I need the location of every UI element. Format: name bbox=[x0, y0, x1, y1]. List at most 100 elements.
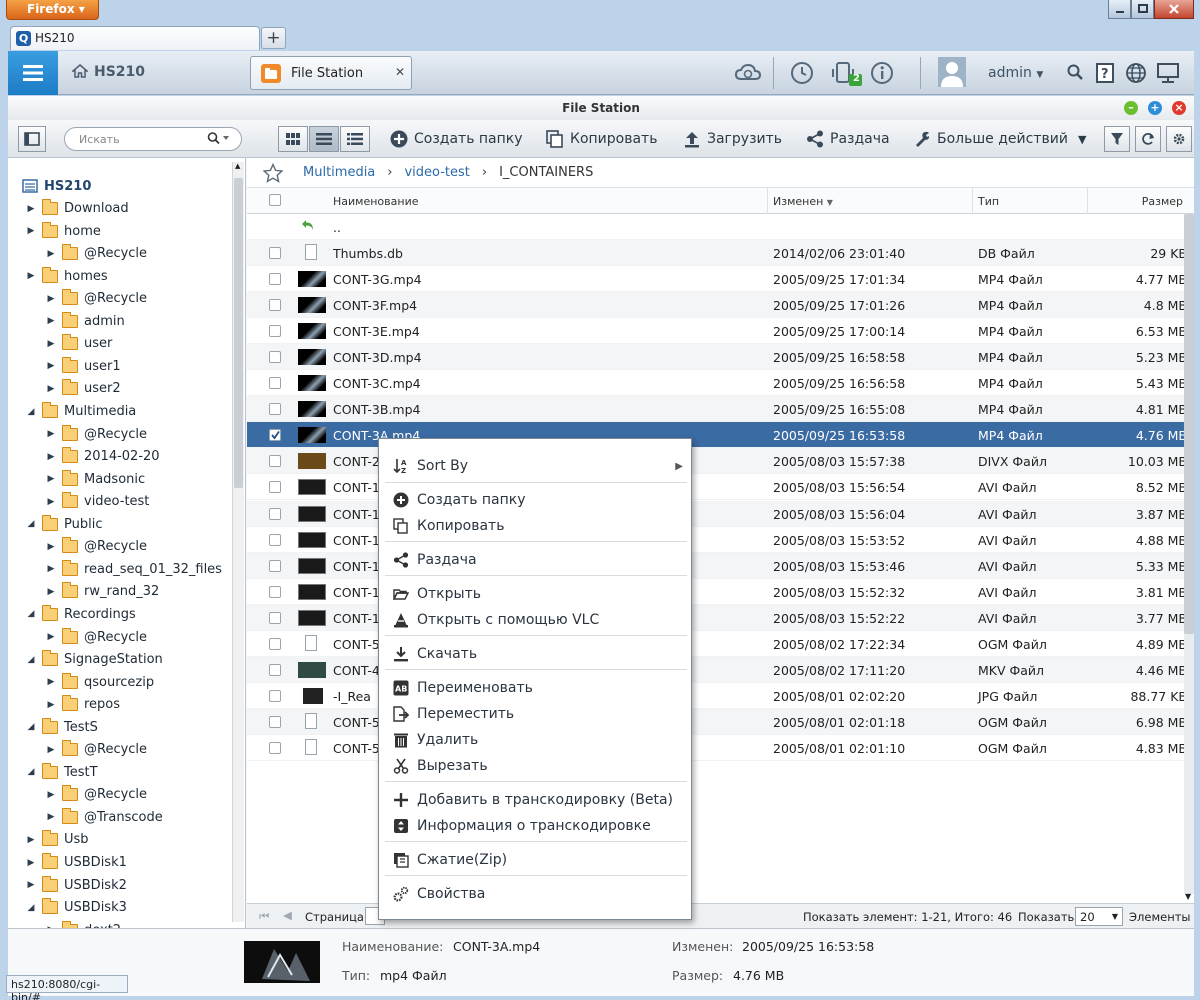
filter-button[interactable] bbox=[1104, 126, 1130, 152]
scroll-down-icon[interactable]: ▼ bbox=[1185, 892, 1191, 901]
expanded-arrow-icon[interactable]: ◢ bbox=[26, 903, 36, 913]
breadcrumb-item[interactable]: video-test bbox=[404, 165, 469, 180]
collapsed-arrow-icon[interactable]: ▶ bbox=[46, 429, 56, 439]
menu-item[interactable]: AB Переименовать bbox=[379, 677, 691, 699]
tree-item[interactable]: ◢ USBDisk3 bbox=[26, 898, 127, 918]
collapsed-arrow-icon[interactable]: ▶ bbox=[46, 361, 56, 371]
column-type[interactable]: Тип bbox=[972, 188, 999, 214]
prev-page-icon[interactable]: ◀ bbox=[283, 908, 292, 922]
menu-item[interactable]: Сжатие(Zip) bbox=[379, 849, 691, 871]
tree-item[interactable]: ▶ @Recycle bbox=[46, 627, 147, 647]
tree-item[interactable]: ◢ TestS bbox=[26, 717, 98, 737]
close-window-button[interactable] bbox=[1154, 0, 1194, 19]
tree-item[interactable]: ▶ @Recycle bbox=[46, 289, 147, 309]
row-checkbox[interactable] bbox=[269, 611, 281, 624]
tree-item[interactable]: ▶ @Recycle bbox=[46, 785, 147, 805]
row-checkbox[interactable] bbox=[269, 273, 281, 286]
row-checkbox[interactable] bbox=[269, 533, 281, 546]
create-folder-button[interactable]: Создать папку bbox=[390, 126, 523, 152]
first-page-icon[interactable]: ⏮ bbox=[259, 909, 269, 924]
row-checkbox[interactable] bbox=[269, 637, 281, 650]
collapsed-arrow-icon[interactable]: ▶ bbox=[46, 790, 56, 800]
maximize-window-icon[interactable]: + bbox=[1148, 101, 1162, 115]
tree-item[interactable]: ◢ Public bbox=[26, 514, 102, 534]
tree-item[interactable]: ▶ Usb bbox=[26, 830, 89, 850]
collapsed-arrow-icon[interactable]: ▶ bbox=[46, 700, 56, 710]
breadcrumb-item[interactable]: Multimedia bbox=[303, 165, 375, 180]
collapsed-arrow-icon[interactable]: ▶ bbox=[46, 294, 56, 304]
tree-item[interactable]: ▶ repos bbox=[46, 695, 120, 715]
row-checkbox[interactable] bbox=[269, 429, 281, 442]
menu-item[interactable]: Свойства bbox=[379, 883, 691, 905]
select-all-checkbox[interactable] bbox=[269, 194, 281, 206]
collapsed-arrow-icon[interactable]: ▶ bbox=[26, 271, 36, 281]
file-station-app-tab[interactable]: File Station ✕ bbox=[250, 56, 412, 90]
home-link[interactable]: HS210 bbox=[72, 64, 145, 80]
tree-item[interactable]: ▶ user2 bbox=[46, 379, 121, 399]
row-checkbox[interactable] bbox=[269, 403, 281, 416]
maximize-button[interactable] bbox=[1131, 0, 1155, 19]
browser-tab[interactable]: Q HS210 bbox=[10, 26, 260, 50]
close-window-icon[interactable]: × bbox=[1172, 101, 1186, 115]
background-tasks-icon[interactable] bbox=[790, 61, 814, 85]
tree-item[interactable]: ▶ admin bbox=[46, 311, 125, 331]
more-actions-button[interactable]: Больше действий ▼ bbox=[913, 126, 1086, 152]
thumbnail-view-button[interactable] bbox=[278, 126, 308, 152]
row-checkbox[interactable] bbox=[269, 507, 281, 520]
per-page-select[interactable]: 20 ▼ bbox=[1075, 907, 1123, 926]
expanded-arrow-icon[interactable]: ◢ bbox=[26, 519, 36, 529]
tree-item[interactable]: ▶ @Recycle bbox=[46, 244, 147, 264]
tree-item[interactable]: ▶ @Transcode bbox=[46, 807, 163, 827]
copy-button[interactable]: Копировать bbox=[546, 126, 657, 152]
menu-item[interactable]: Открыть bbox=[379, 583, 691, 605]
row-checkbox[interactable] bbox=[269, 299, 281, 312]
new-tab-button[interactable]: + bbox=[261, 27, 286, 49]
upload-button[interactable]: Загрузить bbox=[683, 126, 782, 152]
collapsed-arrow-icon[interactable]: ▶ bbox=[46, 632, 56, 642]
menu-item[interactable]: Добавить в транскодировку (Beta) bbox=[379, 789, 691, 811]
row-checkbox[interactable] bbox=[269, 663, 281, 676]
user-avatar-icon[interactable] bbox=[938, 57, 966, 87]
menu-item[interactable]: Удалить bbox=[379, 729, 691, 751]
expanded-arrow-icon[interactable]: ◢ bbox=[26, 722, 36, 732]
firefox-menu-button[interactable]: Firefox ▾ bbox=[6, 0, 99, 20]
menu-item[interactable]: Раздача bbox=[379, 549, 691, 571]
tree-item[interactable]: ▶ @Recycle bbox=[46, 424, 147, 444]
tree-item[interactable]: ▶ video-test bbox=[46, 492, 149, 512]
table-row[interactable]: CONT-3F.mp4 2005/09/25 17:01:26 MP4 Файл 4.… bbox=[247, 292, 1187, 319]
list-view-button[interactable] bbox=[309, 126, 339, 152]
row-checkbox[interactable] bbox=[269, 741, 281, 754]
tree-item[interactable]: ▶ home bbox=[26, 221, 101, 241]
row-checkbox[interactable] bbox=[269, 325, 281, 338]
collapsed-arrow-icon[interactable]: ▶ bbox=[46, 564, 56, 574]
settings-button[interactable] bbox=[1166, 126, 1192, 152]
column-size[interactable]: Размер bbox=[1087, 188, 1187, 214]
table-row[interactable]: CONT-3C.mp4 2005/09/25 16:56:58 MP4 Файл 5.… bbox=[247, 370, 1187, 397]
collapsed-arrow-icon[interactable]: ▶ bbox=[46, 316, 56, 326]
tree-item[interactable]: ▶ 2014-02-20 bbox=[46, 447, 160, 467]
expanded-arrow-icon[interactable]: ◢ bbox=[26, 767, 36, 777]
tree-item[interactable]: ▶ read_seq_01_32_files bbox=[46, 559, 222, 579]
collapsed-arrow-icon[interactable]: ▶ bbox=[46, 384, 56, 394]
table-row[interactable]: CONT-3D.mp4 2005/09/25 16:58:58 MP4 Файл 5.… bbox=[247, 344, 1187, 371]
language-globe-icon[interactable] bbox=[1125, 62, 1147, 86]
close-tab-icon[interactable]: ✕ bbox=[395, 65, 405, 79]
tree-item[interactable]: ▶ homes bbox=[26, 266, 108, 286]
row-checkbox[interactable] bbox=[269, 689, 281, 702]
collapsed-arrow-icon[interactable]: ▶ bbox=[26, 204, 36, 214]
collapsed-arrow-icon[interactable]: ▶ bbox=[46, 339, 56, 349]
tree-item[interactable]: ▶ user bbox=[46, 334, 112, 354]
table-row[interactable]: CONT-3G.mp4 2005/09/25 17:01:34 MP4 Файл 4.… bbox=[247, 266, 1187, 293]
column-name[interactable]: Наименование bbox=[333, 195, 418, 208]
tree-scrollbar[interactable]: ▲ bbox=[232, 162, 244, 922]
tree-item[interactable]: ▶ @Recycle bbox=[46, 740, 147, 760]
tree-item[interactable]: ▶ qsourcezip bbox=[46, 672, 154, 692]
menu-item[interactable]: Переместить bbox=[379, 703, 691, 725]
expanded-arrow-icon[interactable]: ◢ bbox=[26, 655, 36, 665]
collapsed-arrow-icon[interactable]: ▶ bbox=[26, 226, 36, 236]
main-menu-button[interactable] bbox=[8, 51, 58, 95]
expanded-arrow-icon[interactable]: ◢ bbox=[26, 407, 36, 417]
file-list-scrollbar[interactable]: ▼ bbox=[1184, 214, 1194, 904]
table-row[interactable]: Thumbs.db 2014/02/06 23:01:40 DB Файл 29 KB bbox=[247, 240, 1187, 266]
minimize-button[interactable] bbox=[1108, 0, 1132, 19]
